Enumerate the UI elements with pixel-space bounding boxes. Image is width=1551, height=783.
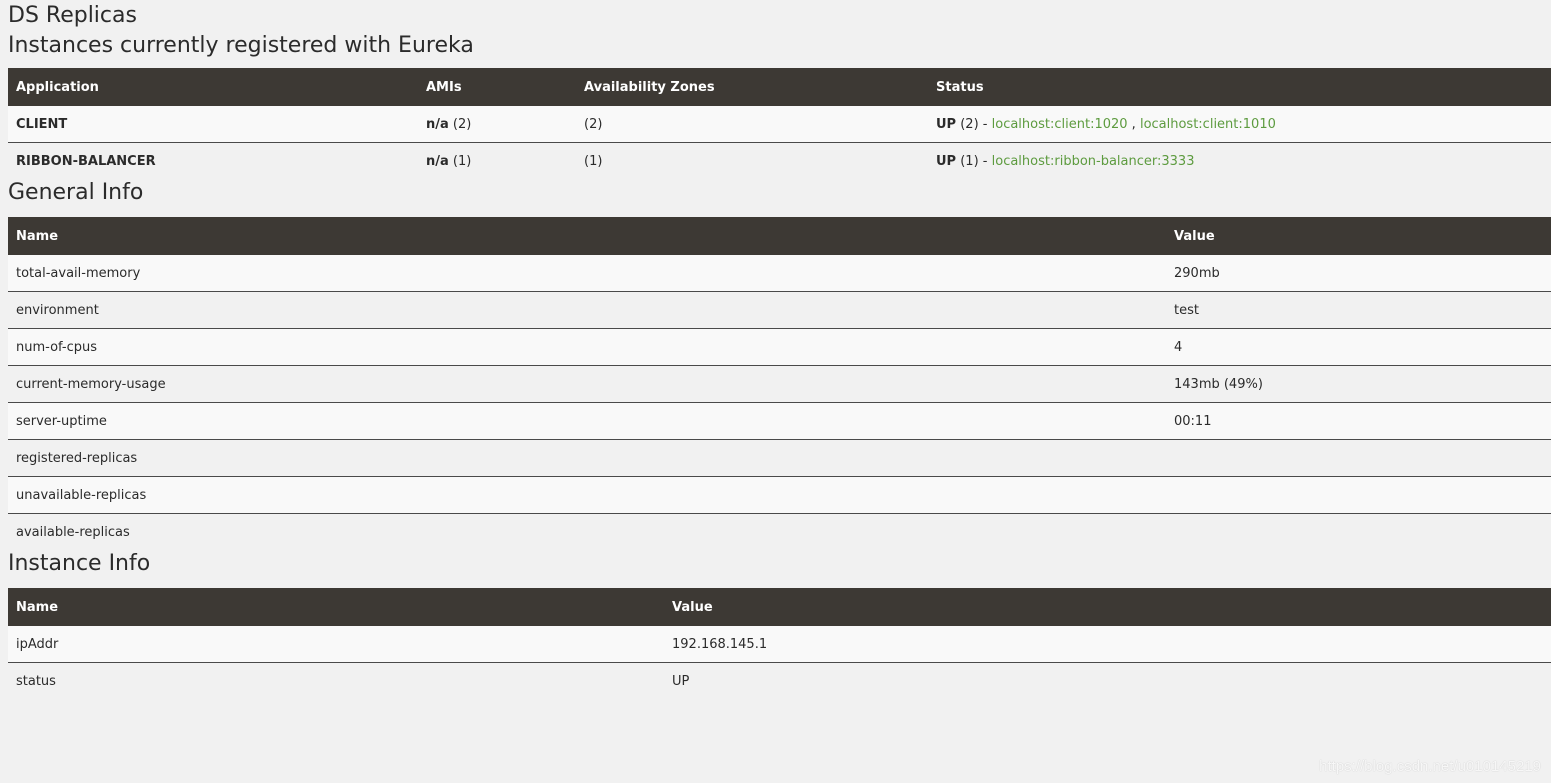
table-row: total-avail-memory 290mb	[8, 255, 1551, 292]
info-name: server-uptime	[16, 413, 107, 429]
col-value: Value	[1174, 228, 1215, 244]
instance-info-header: Name Value	[8, 588, 1551, 626]
status-value: UP	[936, 116, 957, 132]
general-info-title: General Info	[8, 180, 144, 205]
instance-info-table: Name Value ipAddr 192.168.145.1 status U…	[8, 588, 1551, 699]
table-row: registered-replicas	[8, 439, 1551, 477]
info-name: environment	[16, 302, 99, 318]
info-name: registered-replicas	[16, 450, 138, 466]
ds-replicas-title: DS Replicas	[8, 3, 137, 28]
col-name: Name	[16, 599, 59, 615]
info-name: num-of-cpus	[16, 339, 97, 355]
general-info-table: Name Value total-avail-memory 290mb envi…	[8, 217, 1551, 550]
table-row: current-memory-usage 143mb (49%)	[8, 365, 1551, 403]
instance-link[interactable]: localhost:ribbon-balancer:3333	[992, 154, 1195, 169]
status-value: UP	[936, 153, 957, 169]
table-row: num-of-cpus 4	[8, 328, 1551, 366]
info-value	[1166, 514, 1551, 551]
info-value	[1166, 440, 1551, 477]
info-value: 4	[1174, 339, 1183, 355]
app-amis: n/a (2)	[418, 106, 576, 143]
app-name: RIBBON-BALANCER	[16, 153, 156, 169]
ami-count: (2)	[452, 116, 472, 132]
general-info-header: Name Value	[8, 217, 1551, 255]
info-value	[1166, 477, 1551, 514]
table-row: available-replicas	[8, 513, 1551, 551]
table-row: ipAddr 192.168.145.1	[8, 626, 1551, 663]
instance-link[interactable]: localhost:client:1020	[992, 117, 1128, 132]
app-status: UP (2) - localhost:client:1020 , localho…	[928, 106, 1551, 143]
info-name: total-avail-memory	[16, 265, 141, 281]
col-name: Name	[16, 228, 59, 244]
table-row: environment test	[8, 291, 1551, 329]
table-row: RIBBON-BALANCER n/a (1) (1) UP (1) - loc…	[8, 142, 1551, 180]
instance-info-title: Instance Info	[8, 551, 151, 576]
info-name: available-replicas	[16, 524, 130, 540]
ami-value: n/a	[426, 116, 449, 132]
status-count: (1) -	[960, 153, 988, 169]
app-zones: (1)	[584, 153, 603, 169]
col-value: Value	[672, 599, 713, 615]
table-row: status UP	[8, 662, 1551, 699]
info-name: status	[16, 673, 56, 689]
col-amis: AMIs	[426, 79, 462, 95]
info-value: 192.168.145.1	[672, 636, 768, 652]
status-count: (2) -	[960, 116, 988, 132]
info-value: test	[1174, 302, 1199, 318]
col-application: Application	[16, 79, 99, 95]
ami-value: n/a	[426, 153, 449, 169]
info-name: current-memory-usage	[16, 376, 166, 392]
table-row: server-uptime 00:11	[8, 402, 1551, 440]
table-row: CLIENT n/a (2) (2) UP (2) - localhost:cl…	[8, 106, 1551, 143]
app-amis: n/a (1)	[418, 143, 576, 180]
instances-title: Instances currently registered with Eure…	[8, 33, 474, 58]
info-name: unavailable-replicas	[16, 487, 147, 503]
instances-table-header: Application AMIs Availability Zones Stat…	[8, 68, 1551, 106]
app-name: CLIENT	[16, 116, 68, 132]
info-value: 290mb	[1174, 265, 1220, 281]
app-zones: (2)	[584, 116, 603, 132]
instances-table: Application AMIs Availability Zones Stat…	[8, 68, 1551, 179]
table-row: unavailable-replicas	[8, 476, 1551, 514]
info-value: 143mb (49%)	[1174, 376, 1263, 392]
instance-link[interactable]: localhost:client:1010	[1140, 117, 1276, 132]
info-name: ipAddr	[16, 636, 59, 652]
col-status: Status	[936, 79, 984, 95]
ami-count: (1)	[452, 153, 472, 169]
watermark: https://blog.csdn.net/u010145219	[1319, 758, 1541, 775]
link-separator: ,	[1131, 116, 1136, 132]
info-value: 00:11	[1174, 413, 1212, 429]
col-availability-zones: Availability Zones	[584, 79, 715, 95]
page: DS Replicas Instances currently register…	[0, 0, 1551, 699]
info-value: UP	[672, 673, 690, 689]
app-status: UP (1) - localhost:ribbon-balancer:3333	[928, 143, 1551, 180]
